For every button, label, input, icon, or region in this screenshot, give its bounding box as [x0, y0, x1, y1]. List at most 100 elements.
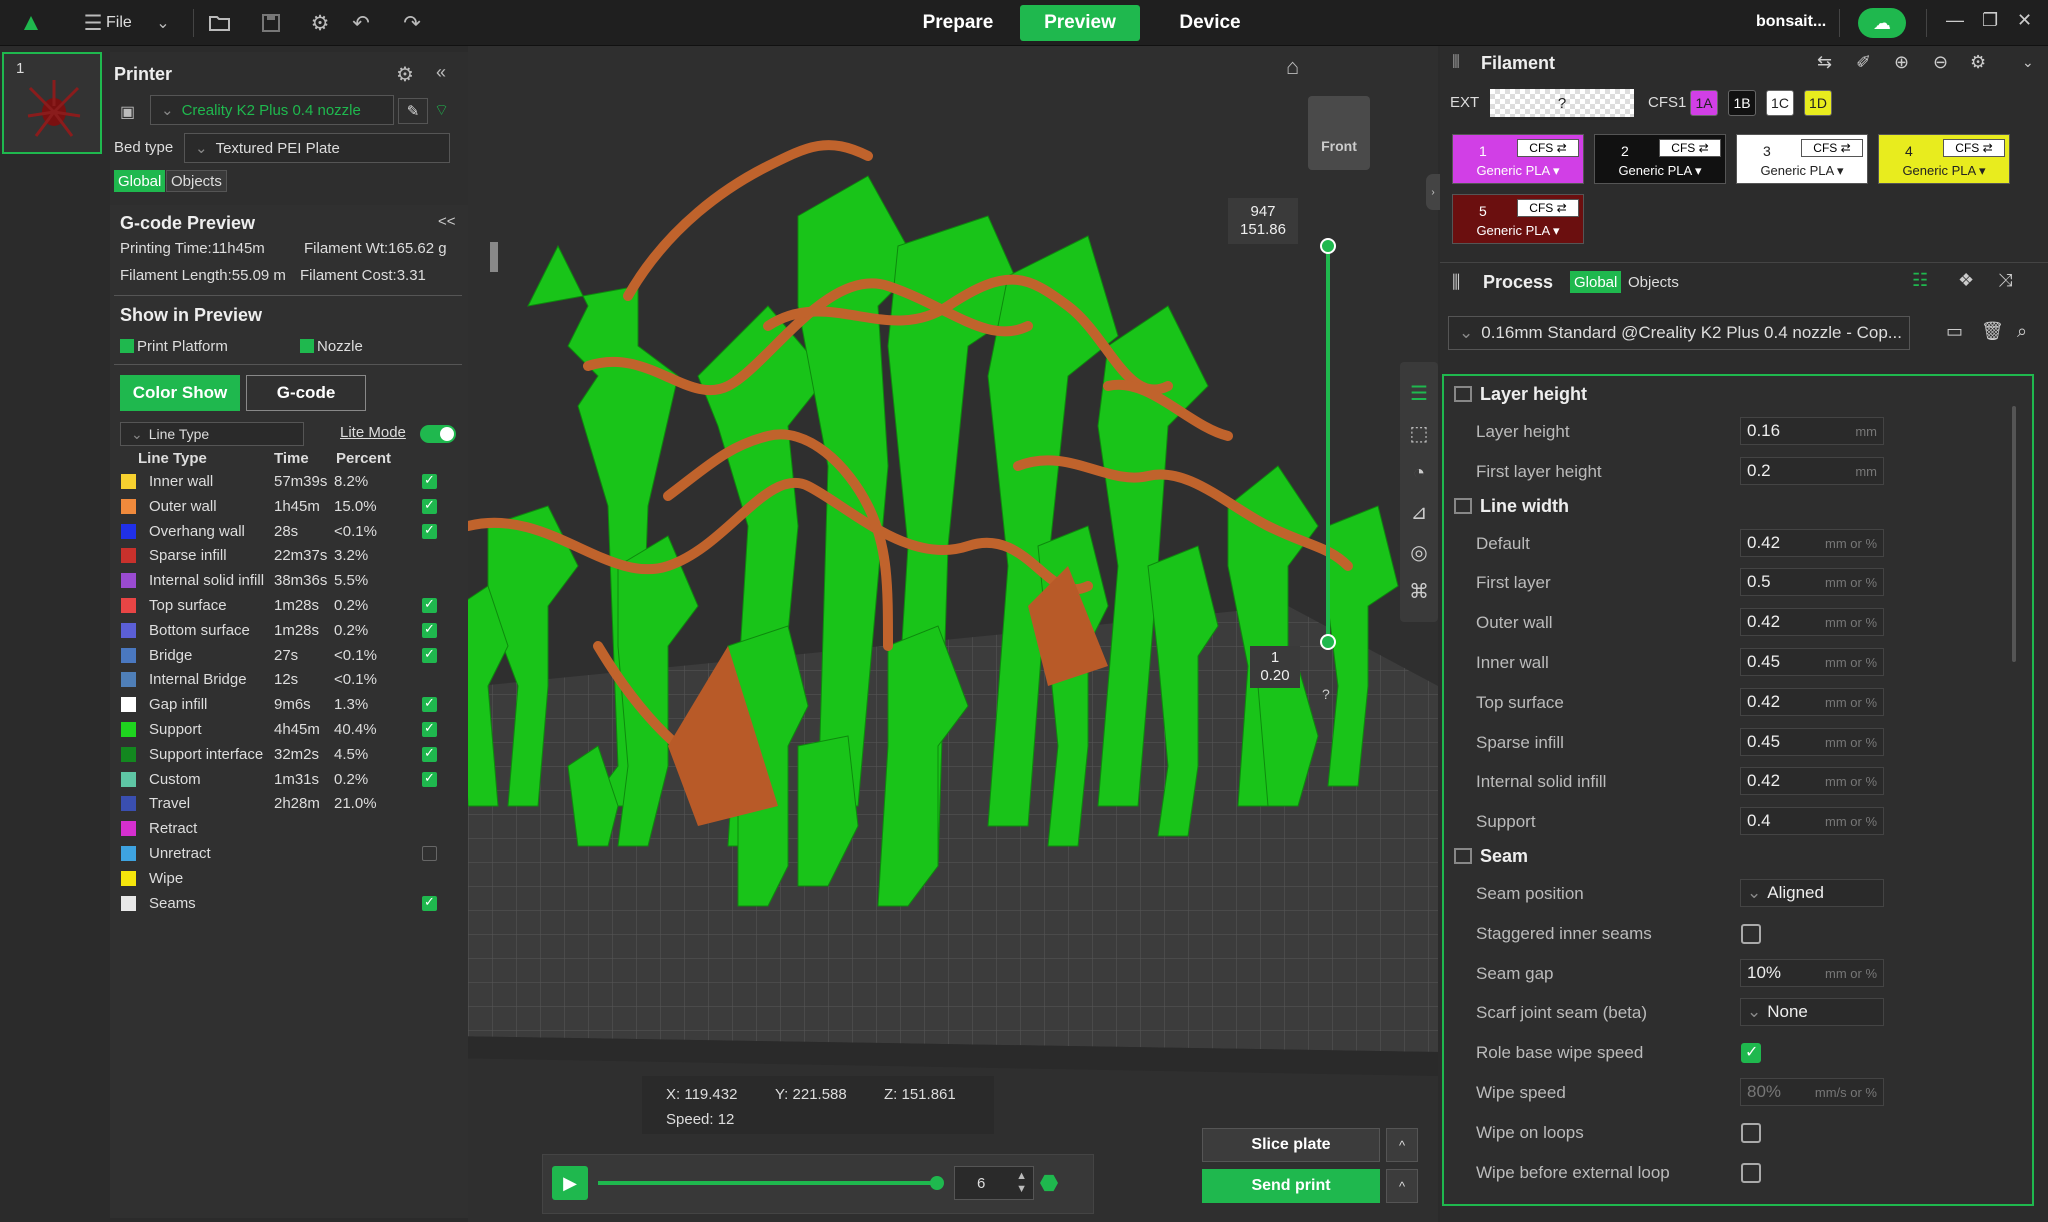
edit-printer-button[interactable]: ✎ — [398, 98, 428, 124]
view-cube[interactable]: Front — [1308, 96, 1370, 170]
cfs-slot[interactable]: 1D — [1804, 90, 1832, 116]
line-visible-checkbox[interactable] — [422, 596, 437, 613]
printer-settings-icon[interactable]: ⚙ — [396, 62, 414, 87]
compare-icon[interactable]: ❖ — [1958, 270, 1974, 291]
line-visible-checkbox[interactable] — [422, 472, 437, 489]
open-folder-icon[interactable] — [205, 8, 235, 38]
printer-select[interactable]: ⌄ Creality K2 Plus 0.4 nozzle — [150, 95, 394, 125]
cfs-swap-button[interactable]: CFS ⇄ — [1659, 139, 1721, 157]
redo-icon[interactable]: ↷ — [397, 8, 427, 38]
line-type-row[interactable]: Overhang wall 28s <0.1% — [120, 520, 460, 544]
add-filament-icon[interactable]: ⊕ — [1894, 52, 1909, 73]
brush-icon[interactable]: ✐ — [1856, 52, 1871, 73]
param-input[interactable]: 0.42 mm or % — [1740, 608, 1884, 637]
param-input[interactable]: 0.16 mm — [1740, 417, 1884, 445]
gcode-button[interactable]: G-code — [246, 375, 366, 411]
file-menu[interactable]: File — [106, 14, 132, 32]
collapse-filament-icon[interactable]: ⌄ — [2022, 54, 2034, 71]
param-checkbox[interactable] — [1741, 1162, 1761, 1183]
line-visible-checkbox[interactable] — [422, 646, 437, 663]
delete-preset-icon[interactable]: 🗑 — [1981, 321, 2004, 342]
line-visible-checkbox[interactable] — [422, 745, 437, 762]
help-icon[interactable]: ? — [1322, 686, 1330, 702]
stepper-arrows-icon[interactable]: ▲ ▼ — [1016, 1170, 1027, 1196]
filament-type-select[interactable]: Generic PLA ▾ — [1595, 163, 1725, 179]
sync-icon[interactable]: ⇆ — [1817, 52, 1832, 73]
slice-options-caret-icon[interactable]: ^ — [1386, 1128, 1418, 1162]
param-input[interactable]: 0.42 mm or % — [1740, 767, 1884, 796]
line-visible-checkbox[interactable] — [422, 497, 437, 514]
layer-slider-top-handle[interactable] — [1320, 238, 1336, 254]
cfs-slot[interactable]: 1B — [1728, 90, 1756, 116]
assembly-icon[interactable]: ⌘ — [1404, 576, 1434, 606]
param-input[interactable]: 0.5 mm or % — [1740, 568, 1884, 597]
line-type-row[interactable]: Retract — [120, 817, 460, 841]
ext-spool[interactable]: ? — [1490, 89, 1634, 117]
cfs-swap-button[interactable]: CFS ⇄ — [1517, 199, 1579, 217]
param-input[interactable]: 0.45 mm or % — [1740, 648, 1884, 676]
save-preset-icon[interactable]: ▭ — [1946, 321, 1963, 342]
filament-settings-icon[interactable]: ⚙ — [1970, 52, 1986, 73]
bounding-box-icon[interactable]: ⬚ — [1404, 418, 1434, 448]
params-scrollbar[interactable] — [2012, 406, 2016, 662]
param-select[interactable]: ⌄ Aligned — [1740, 879, 1884, 907]
tab-prepare[interactable]: Prepare — [906, 5, 1010, 41]
send-print-button[interactable]: Send print — [1202, 1169, 1380, 1203]
param-select[interactable]: ⌄ None — [1740, 998, 1884, 1027]
process-tab-global[interactable]: Global — [1570, 271, 1622, 293]
line-visible-checkbox[interactable] — [422, 522, 437, 539]
save-icon[interactable] — [256, 8, 286, 38]
chevron-down-icon[interactable]: ⌄ — [148, 8, 178, 38]
search-icon[interactable]: ⌕ — [2017, 321, 2027, 342]
process-preset-select[interactable]: ⌄ 0.16mm Standard @Creality K2 Plus 0.4 … — [1448, 316, 1910, 350]
line-type-row[interactable]: Bridge 27s <0.1% — [120, 644, 460, 668]
line-type-row[interactable]: Sparse infill 22m37s 3.2% — [120, 544, 460, 568]
line-visible-checkbox[interactable] — [422, 846, 437, 861]
move-step-input[interactable]: 6 ▲ ▼ — [954, 1166, 1034, 1200]
settings-gear-icon[interactable]: ⚙ — [305, 8, 335, 38]
filament-type-select[interactable]: Generic PLA ▾ — [1453, 163, 1583, 179]
printer-tab-objects[interactable]: Objects — [166, 170, 227, 192]
share-icon[interactable]: ⤨ — [1998, 270, 2012, 291]
collapse-gcode-icon[interactable]: << — [438, 213, 456, 230]
param-group-header[interactable]: Line width — [1454, 496, 1569, 517]
tab-device[interactable]: Device — [1158, 5, 1262, 41]
home-icon[interactable]: ⌂ — [1286, 54, 1299, 80]
param-input[interactable]: 0.4 mm or % — [1740, 807, 1884, 836]
speed-gauge-icon[interactable]: ◔ — [1404, 458, 1434, 488]
undo-icon[interactable]: ↶ — [346, 8, 376, 38]
cfs-swap-button[interactable]: CFS ⇄ — [1801, 139, 1863, 157]
cfs-swap-button[interactable]: CFS ⇄ — [1517, 139, 1579, 157]
move-slider-track[interactable] — [598, 1176, 944, 1190]
param-group-header[interactable]: Seam — [1454, 846, 1528, 867]
play-button[interactable]: ▶ — [552, 1166, 588, 1200]
line-type-row[interactable]: Unretract — [120, 842, 460, 866]
line-type-row[interactable]: Top surface 1m28s 0.2% — [120, 594, 460, 618]
line-type-row[interactable]: Seams — [120, 892, 460, 916]
cfs-swap-button[interactable]: CFS ⇄ — [1943, 139, 2005, 157]
filament-item[interactable]: 5 CFS ⇄ Generic PLA ▾ — [1452, 194, 1584, 244]
line-type-row[interactable]: Outer wall 1h45m 15.0% — [120, 495, 460, 519]
view-type-select[interactable]: ⌄ Line Type — [120, 422, 304, 446]
advanced-list-icon[interactable]: ☷ — [1912, 270, 1928, 291]
line-type-row[interactable]: Gap infill 9m6s 1.3% — [120, 693, 460, 717]
bed-type-select[interactable]: ⌄ Textured PEI Plate — [184, 133, 450, 163]
print-platform-checkbox[interactable] — [120, 339, 134, 353]
param-group-header[interactable]: Layer height — [1454, 384, 1587, 405]
layer-slider-track[interactable] — [1326, 246, 1330, 642]
line-visible-checkbox[interactable] — [422, 720, 437, 737]
filament-type-select[interactable]: Generic PLA ▾ — [1453, 223, 1583, 239]
line-type-row[interactable]: Bottom surface 1m28s 0.2% — [120, 619, 460, 643]
line-type-row[interactable]: Inner wall 57m39s 8.2% — [120, 470, 460, 494]
filament-type-select[interactable]: Generic PLA ▾ — [1879, 163, 2009, 179]
line-type-row[interactable]: Internal Bridge 12s <0.1% — [120, 668, 460, 692]
lite-mode-toggle[interactable] — [420, 425, 456, 443]
cfs-slot[interactable]: 1A — [1690, 90, 1718, 116]
remove-filament-icon[interactable]: ⊖ — [1933, 52, 1948, 73]
line-type-row[interactable]: Wipe — [120, 867, 460, 891]
minimize-icon[interactable]: — — [1946, 10, 1964, 31]
expand-right-icon[interactable]: › — [1426, 174, 1440, 210]
menu-icon[interactable]: ☰ — [78, 8, 108, 38]
param-input[interactable]: 10% mm or % — [1740, 958, 1884, 987]
wifi-icon[interactable]: ⌔ — [434, 100, 449, 120]
